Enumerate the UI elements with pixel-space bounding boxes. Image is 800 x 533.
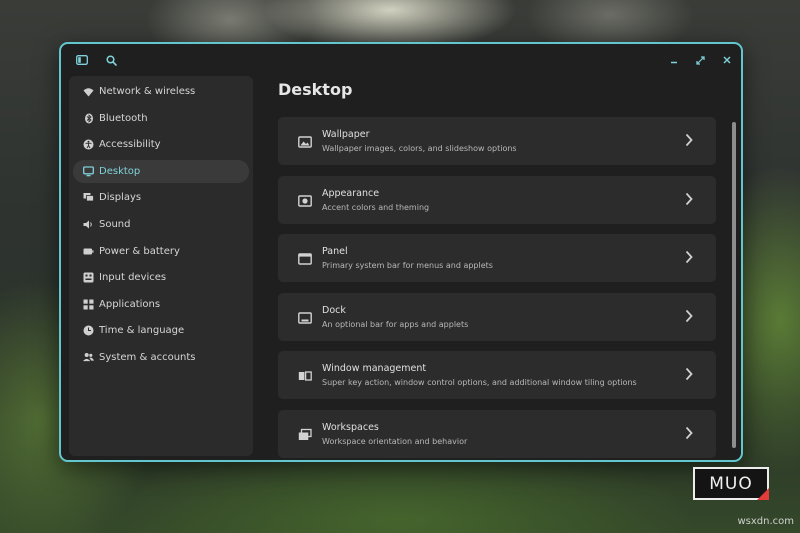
sidebar-item-sound[interactable]: Sound bbox=[73, 213, 249, 236]
card-title: Appearance bbox=[322, 188, 380, 199]
chevron-right-icon bbox=[684, 191, 694, 207]
apps-grid-icon bbox=[83, 299, 94, 310]
chevron-right-icon bbox=[684, 132, 694, 148]
speaker-icon bbox=[83, 219, 94, 230]
maximize-icon[interactable] bbox=[693, 53, 707, 67]
watermark: wsxdn.com bbox=[737, 516, 794, 527]
sidebar-item-displays[interactable]: Displays bbox=[73, 186, 249, 209]
chevron-right-icon bbox=[684, 249, 694, 265]
battery-icon bbox=[83, 246, 94, 257]
setting-card-dock[interactable]: Dock An optional bar for apps and applet… bbox=[278, 293, 716, 341]
displays-icon bbox=[83, 192, 94, 203]
sidebar-item-power-battery[interactable]: Power & battery bbox=[73, 240, 249, 263]
sidebar-item-label: Accessibility bbox=[99, 139, 161, 151]
card-subtitle: Wallpaper images, colors, and slideshow … bbox=[322, 144, 517, 153]
close-icon[interactable] bbox=[720, 53, 734, 67]
sidebar: Network & wireless Bluetooth Accessibili… bbox=[69, 76, 253, 456]
main-content: Desktop Wallpaper Wallpaper images, colo… bbox=[253, 76, 741, 460]
keyboard-icon bbox=[83, 272, 94, 283]
sidebar-item-label: Network & wireless bbox=[99, 86, 196, 97]
setting-card-workspaces[interactable]: Workspaces Workspace orientation and beh… bbox=[278, 410, 716, 458]
monitor-icon bbox=[83, 166, 94, 177]
brand-logo-text: MUO bbox=[709, 473, 753, 494]
users-icon bbox=[83, 352, 94, 363]
sidebar-item-accessibility[interactable]: Accessibility bbox=[73, 133, 249, 156]
card-subtitle: Primary system bar for menus and applets bbox=[322, 261, 493, 270]
card-title: Wallpaper bbox=[322, 129, 370, 140]
sidebar-item-label: Desktop bbox=[99, 165, 141, 177]
card-subtitle: An optional bar for apps and applets bbox=[322, 320, 469, 329]
card-subtitle: Super key action, window control options… bbox=[322, 378, 637, 387]
wifi-icon bbox=[83, 86, 94, 97]
titlebar bbox=[61, 44, 741, 76]
panel-icon bbox=[298, 251, 312, 265]
chevron-right-icon bbox=[684, 366, 694, 382]
scrollbar[interactable] bbox=[732, 122, 736, 448]
sidebar-item-desktop[interactable]: Desktop bbox=[73, 159, 249, 183]
sidebar-item-label: Applications bbox=[99, 298, 161, 310]
setting-card-wallpaper[interactable]: Wallpaper Wallpaper images, colors, and … bbox=[278, 117, 716, 165]
sidebar-item-system-accounts[interactable]: System & accounts bbox=[73, 346, 249, 369]
sidebar-item-label: Bluetooth bbox=[99, 112, 148, 124]
sidebar-panel-icon[interactable] bbox=[75, 53, 89, 67]
image-icon bbox=[298, 134, 312, 148]
page-title: Desktop bbox=[278, 80, 353, 99]
settings-window: Network & wireless Bluetooth Accessibili… bbox=[59, 42, 743, 462]
sidebar-item-label: Power & battery bbox=[99, 245, 180, 257]
sidebar-item-network-wireless[interactable]: Network & wireless bbox=[73, 80, 249, 103]
sidebar-item-label: Time & language bbox=[99, 325, 185, 337]
sidebar-item-label: Sound bbox=[99, 218, 131, 230]
sidebar-item-label: Displays bbox=[99, 192, 142, 204]
sidebar-item-time-language[interactable]: Time & language bbox=[73, 319, 249, 342]
dock-icon bbox=[298, 310, 312, 324]
window-tiling-icon bbox=[298, 368, 312, 382]
sidebar-item-bluetooth[interactable]: Bluetooth bbox=[73, 107, 249, 130]
sidebar-item-input-devices[interactable]: Input devices bbox=[73, 266, 249, 289]
card-title: Dock bbox=[322, 305, 346, 316]
minimize-icon[interactable] bbox=[667, 53, 681, 67]
setting-card-appearance[interactable]: Appearance Accent colors and theming bbox=[278, 176, 716, 224]
sidebar-item-label: System & accounts bbox=[99, 351, 196, 363]
card-subtitle: Accent colors and theming bbox=[322, 203, 430, 212]
setting-card-window-management[interactable]: Window management Super key action, wind… bbox=[278, 351, 716, 399]
bluetooth-icon bbox=[83, 113, 94, 124]
clock-icon bbox=[83, 325, 94, 336]
search-icon[interactable] bbox=[104, 53, 118, 67]
accessibility-icon bbox=[83, 139, 94, 150]
sidebar-item-applications[interactable]: Applications bbox=[73, 293, 249, 316]
card-title: Window management bbox=[322, 363, 427, 374]
chevron-right-icon bbox=[684, 308, 694, 324]
workspaces-icon bbox=[298, 427, 312, 441]
appearance-icon bbox=[298, 193, 312, 207]
brand-logo-corner bbox=[757, 488, 769, 500]
card-subtitle: Workspace orientation and behavior bbox=[322, 437, 468, 446]
setting-card-panel[interactable]: Panel Primary system bar for menus and a… bbox=[278, 234, 716, 282]
chevron-right-icon bbox=[684, 425, 694, 441]
card-title: Panel bbox=[322, 246, 348, 257]
brand-logo: MUO bbox=[693, 467, 769, 500]
sidebar-item-label: Input devices bbox=[99, 272, 167, 284]
card-title: Workspaces bbox=[322, 422, 379, 433]
